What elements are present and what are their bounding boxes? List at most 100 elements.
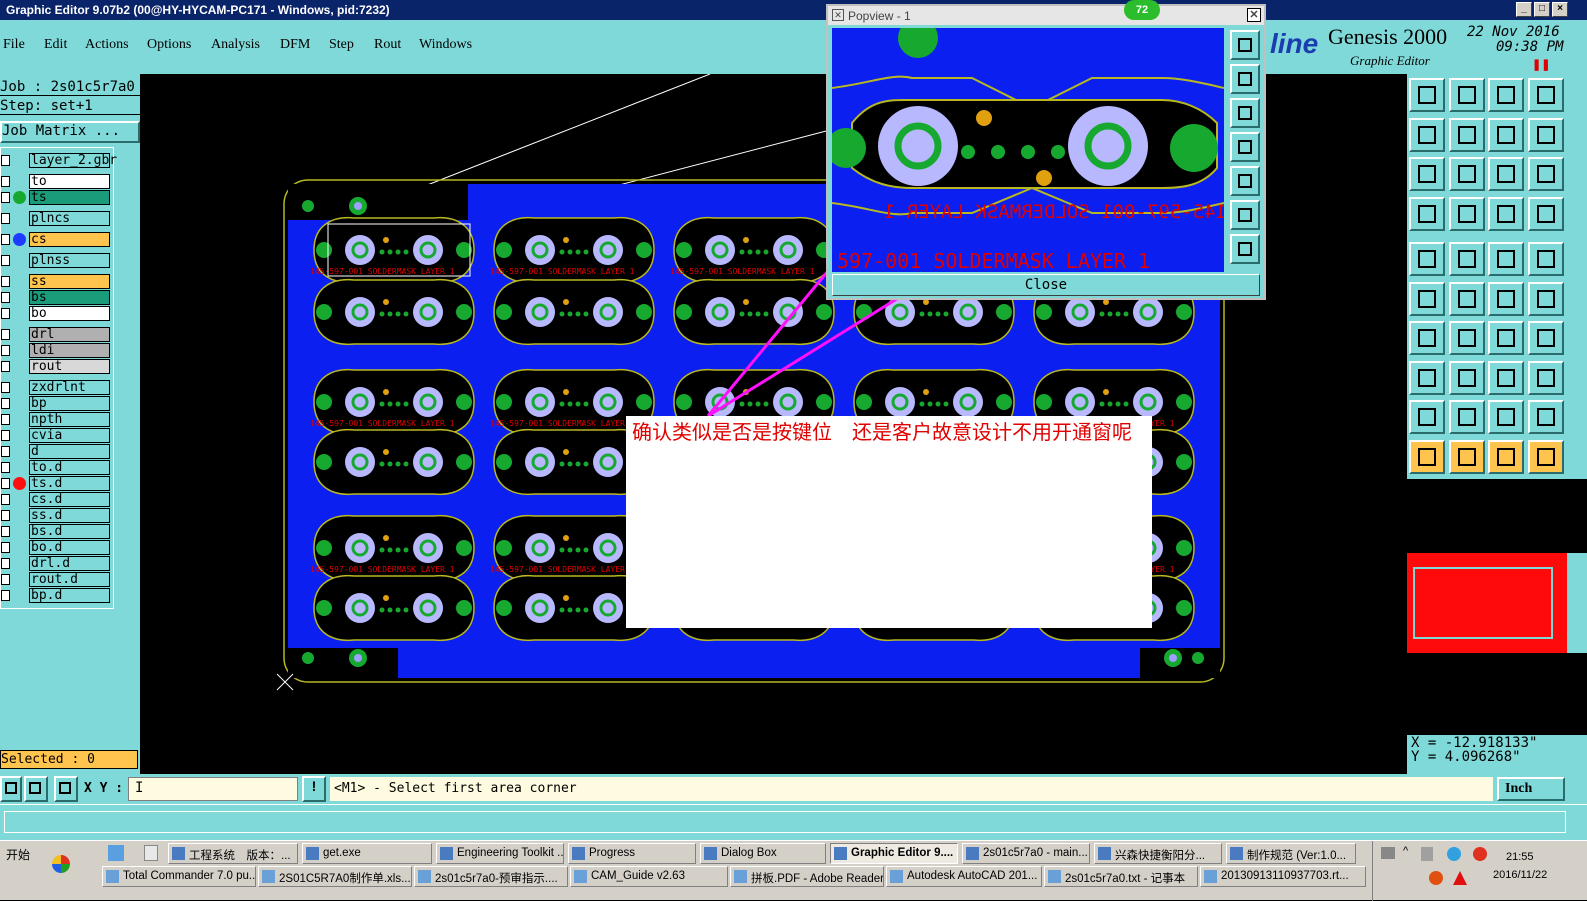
tool-button-1-2[interactable] [1488,117,1524,152]
layer-row[interactable]: ss.d [1,508,111,523]
taskbar-item[interactable]: 制作规范 (Ver:1.0... [1226,843,1356,864]
layer-name[interactable]: drl [29,327,110,342]
layer-checkbox[interactable] [1,478,10,489]
layer-row[interactable]: cs.d [1,492,111,507]
layer-row[interactable]: layer_2.gbr [1,153,117,168]
layer-row[interactable]: bo.d [1,540,111,555]
taskbar-item[interactable]: 拼板.PDF - Adobe Reader [730,866,884,887]
tool-button-6-2[interactable] [1488,321,1524,355]
layer-name[interactable]: d [29,444,110,459]
tool-button-8-0[interactable] [1409,400,1445,434]
menu-file[interactable]: File [3,37,25,53]
popview-zoom-in-button[interactable] [1230,200,1260,230]
layer-checkbox[interactable] [1,276,10,287]
layer-checkbox[interactable] [1,361,10,372]
tool-button-8-2[interactable] [1488,400,1524,434]
alert-icon[interactable]: ! [302,776,326,802]
layer-row[interactable]: to [1,174,111,189]
layer-checkbox[interactable] [1,446,10,457]
tool-button-7-3[interactable] [1527,360,1564,395]
layer-checkbox[interactable] [1,176,10,187]
tool-button-0-2[interactable] [1488,78,1524,112]
taskbar-item[interactable]: Progress [568,843,696,864]
layer-name[interactable]: ts [29,190,110,205]
tool-button-5-0[interactable] [1409,281,1445,316]
tool-button-2-2[interactable] [1488,157,1524,191]
layer-row[interactable]: to.d [1,460,111,475]
layer-checkbox[interactable] [1,398,10,409]
start-button[interactable]: 开始 [0,843,36,865]
tool-button-9-0[interactable] [1409,439,1445,474]
taskbar-item[interactable]: CAM_Guide v2.63 [570,866,728,887]
tool-button-1-1[interactable] [1448,117,1485,152]
layer-row[interactable]: bp.d [1,588,111,603]
tray-expand-icon[interactable]: ^ [1403,845,1408,857]
layer-checkbox[interactable] [1,234,10,245]
taskbar-item[interactable]: Graphic Editor 9.... [830,843,958,864]
layer-name[interactable]: cs [29,232,110,247]
layer-checkbox[interactable] [1,255,10,266]
layer-name[interactable]: zxdrlnt [29,380,110,395]
quicklaunch-icon-2[interactable] [144,845,158,861]
taskbar-item[interactable]: Dialog Box [700,843,826,864]
close-button[interactable]: × [1552,2,1568,17]
tool-button-6-3[interactable] [1527,321,1564,355]
layer-checkbox[interactable] [1,329,10,340]
taskbar-item[interactable]: 2s01c5r7a0.txt - 记事本 [1044,866,1198,887]
tray-autocad-icon[interactable] [1453,871,1467,885]
tool-button-7-0[interactable] [1409,360,1445,395]
popview-zoom-fit-button[interactable] [1230,30,1260,60]
layer-checkbox[interactable] [1,308,10,319]
menu-rout[interactable]: Rout [374,37,401,53]
taskbar-item[interactable]: 工程系统 版本：... [168,843,298,864]
layer-checkbox[interactable] [1,542,10,553]
layer-name[interactable]: plnss [29,253,110,268]
tool-button-3-1[interactable] [1448,196,1485,231]
tool-button-0-1[interactable] [1448,78,1485,112]
tool-button-5-1[interactable] [1448,281,1485,316]
taskbar-item[interactable]: 2s01c5r7a0 - main... [962,843,1090,864]
layer-checkbox[interactable] [1,382,10,393]
tool-button-8-3[interactable] [1527,400,1564,434]
units-dropdown[interactable]: Inch [1497,777,1565,801]
layer-row[interactable]: cs [1,232,111,247]
popview-pan-left-button[interactable] [1230,132,1260,162]
layer-name[interactable]: rout.d [29,572,110,587]
layer-checkbox[interactable] [1,590,10,601]
popview-pan-right-button[interactable] [1230,166,1260,196]
layer-checkbox[interactable] [1,510,10,521]
xy-input[interactable]: I [128,777,298,801]
layer-name[interactable]: cs.d [29,492,110,507]
layer-name[interactable]: bp [29,396,110,411]
menu-edit[interactable]: Edit [44,37,67,53]
layer-row[interactable]: rout [1,359,111,374]
layer-name[interactable]: to.d [29,460,110,475]
layer-row[interactable]: cvia [1,428,111,443]
tool-button-1-3[interactable] [1527,117,1564,152]
layer-row[interactable]: rout.d [1,572,111,587]
tool-button-4-1[interactable] [1448,242,1485,276]
tool-button-3-0[interactable] [1409,196,1445,231]
layer-checkbox[interactable] [1,526,10,537]
layer-row[interactable]: zxdrlnt [1,380,111,395]
layer-checkbox[interactable] [1,558,10,569]
popview-canvas[interactable]: 145-597-001 SOLDERMASK LAYER 1 597-001 S… [832,28,1224,272]
taskbar-item[interactable]: 2s01c5r7a0-预审指示.... [414,866,568,887]
quicklaunch-icon-1[interactable] [108,845,124,861]
taskbar-item[interactable]: 2S01C5R7A0制作单.xls... [258,866,412,887]
tool-button-8-1[interactable] [1448,400,1485,434]
layer-name[interactable]: ss [29,274,110,289]
tool-button-4-2[interactable] [1488,242,1524,276]
layer-row[interactable]: bp [1,396,111,411]
menu-windows[interactable]: Windows [419,37,472,53]
layer-row[interactable]: bo [1,306,111,321]
layer-row[interactable]: plnss [1,253,111,268]
tool-button-9-2[interactable] [1488,439,1524,474]
tray-chrome-icon[interactable] [1473,847,1487,861]
tray-drive-icon[interactable] [1421,847,1433,861]
tool-button-1-0[interactable] [1409,117,1445,152]
layer-row[interactable]: drl [1,327,111,342]
layer-checkbox[interactable] [1,414,10,425]
layer-name[interactable]: to [29,174,110,189]
measure-icon[interactable] [24,776,48,802]
